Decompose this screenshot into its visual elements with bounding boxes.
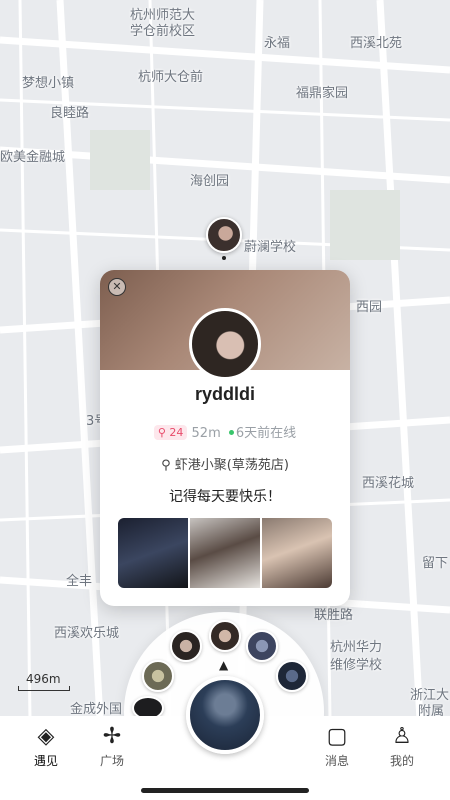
- tab-messages[interactable]: ▢ 消息: [307, 722, 367, 769]
- compass-icon: ◈: [37, 724, 55, 749]
- profile-card[interactable]: ✕ ryddldi ⚲ 24 52m 6天前在线 ⚲ 虾港小聚(草荡苑店) 记得…: [100, 270, 350, 606]
- map-label: 维修学校: [330, 658, 383, 673]
- tab-square[interactable]: ✢ 广场: [82, 722, 142, 769]
- nearby-user-avatar[interactable]: [209, 620, 241, 652]
- profile-distance: 52m: [191, 426, 221, 441]
- person-icon: ♙: [392, 724, 412, 749]
- map-label: 梦想小镇: [22, 76, 75, 91]
- tab-encounter[interactable]: ◈ 遇见: [16, 722, 76, 769]
- tab-label: 我的: [389, 754, 414, 768]
- profile-avatar[interactable]: [189, 308, 261, 380]
- map-label: 全丰: [66, 574, 93, 589]
- map-label: 西园: [356, 300, 383, 315]
- map-label: 永福: [264, 36, 291, 51]
- online-status-dot: [228, 430, 234, 435]
- profile-location-text: 虾港小聚(草荡苑店): [174, 458, 289, 473]
- nearby-user-avatar[interactable]: [246, 630, 278, 662]
- map-label: 欧美金融城: [0, 150, 66, 165]
- home-indicator: [141, 788, 309, 793]
- tab-me[interactable]: ♙ 我的: [372, 722, 432, 769]
- direction-arrow-icon: ▲: [219, 658, 229, 672]
- nearby-user-avatar[interactable]: [142, 660, 174, 692]
- map-user-avatar[interactable]: [206, 217, 242, 253]
- profile-photo[interactable]: [262, 518, 332, 588]
- map-label: 福鼎家园: [296, 86, 349, 101]
- tab-label: 消息: [324, 754, 349, 768]
- map-label: 西溪北苑: [350, 36, 403, 51]
- map-label: 蔚澜学校: [244, 240, 297, 255]
- profile-online-status: 6天前在线: [235, 426, 297, 441]
- match-badge-count: 24: [169, 426, 184, 439]
- map-label: 金成外国: [70, 702, 123, 717]
- nearby-user-avatar[interactable]: [170, 630, 202, 662]
- profile-photo[interactable]: [118, 518, 188, 588]
- tab-label: 广场: [99, 754, 124, 768]
- profile-photos: [118, 518, 332, 588]
- map-label: 西溪欢乐城: [54, 626, 120, 641]
- map-label: 联胜路: [314, 608, 354, 623]
- profile-location[interactable]: ⚲ 虾港小聚(草荡苑店): [100, 454, 350, 473]
- pinwheel-icon: ✢: [102, 724, 122, 749]
- map-label: 留下: [422, 556, 449, 571]
- map-label: 杭州华力: [330, 640, 383, 655]
- nearby-user-avatar[interactable]: [276, 660, 308, 692]
- map-label: 良睦路: [50, 106, 90, 121]
- close-icon[interactable]: ✕: [108, 278, 126, 296]
- map-scale: 496m: [18, 672, 70, 691]
- profile-meta: ⚲ 24 52m 6天前在线: [100, 422, 350, 441]
- center-globe-button[interactable]: [186, 676, 264, 754]
- profile-bio: 记得每天要快乐！: [169, 489, 281, 505]
- map-label: 海创园: [190, 174, 230, 189]
- location-pin-icon: ⚲: [161, 458, 171, 473]
- map-label: 学仓前校区: [130, 24, 196, 39]
- chat-icon: ▢: [326, 724, 348, 749]
- map-location-dot: [222, 256, 226, 260]
- profile-username: ryddldi: [194, 384, 255, 404]
- tab-label: 遇见: [33, 754, 58, 768]
- map-label: 西溪花城: [362, 476, 415, 491]
- map-label: 杭师大仓前: [138, 70, 204, 85]
- map-scale-label: 496m: [26, 672, 61, 686]
- map-scale-bar: [18, 686, 70, 691]
- match-badge: ⚲ 24: [153, 425, 188, 440]
- profile-photo[interactable]: [190, 518, 260, 588]
- key-icon: ⚲: [157, 426, 166, 439]
